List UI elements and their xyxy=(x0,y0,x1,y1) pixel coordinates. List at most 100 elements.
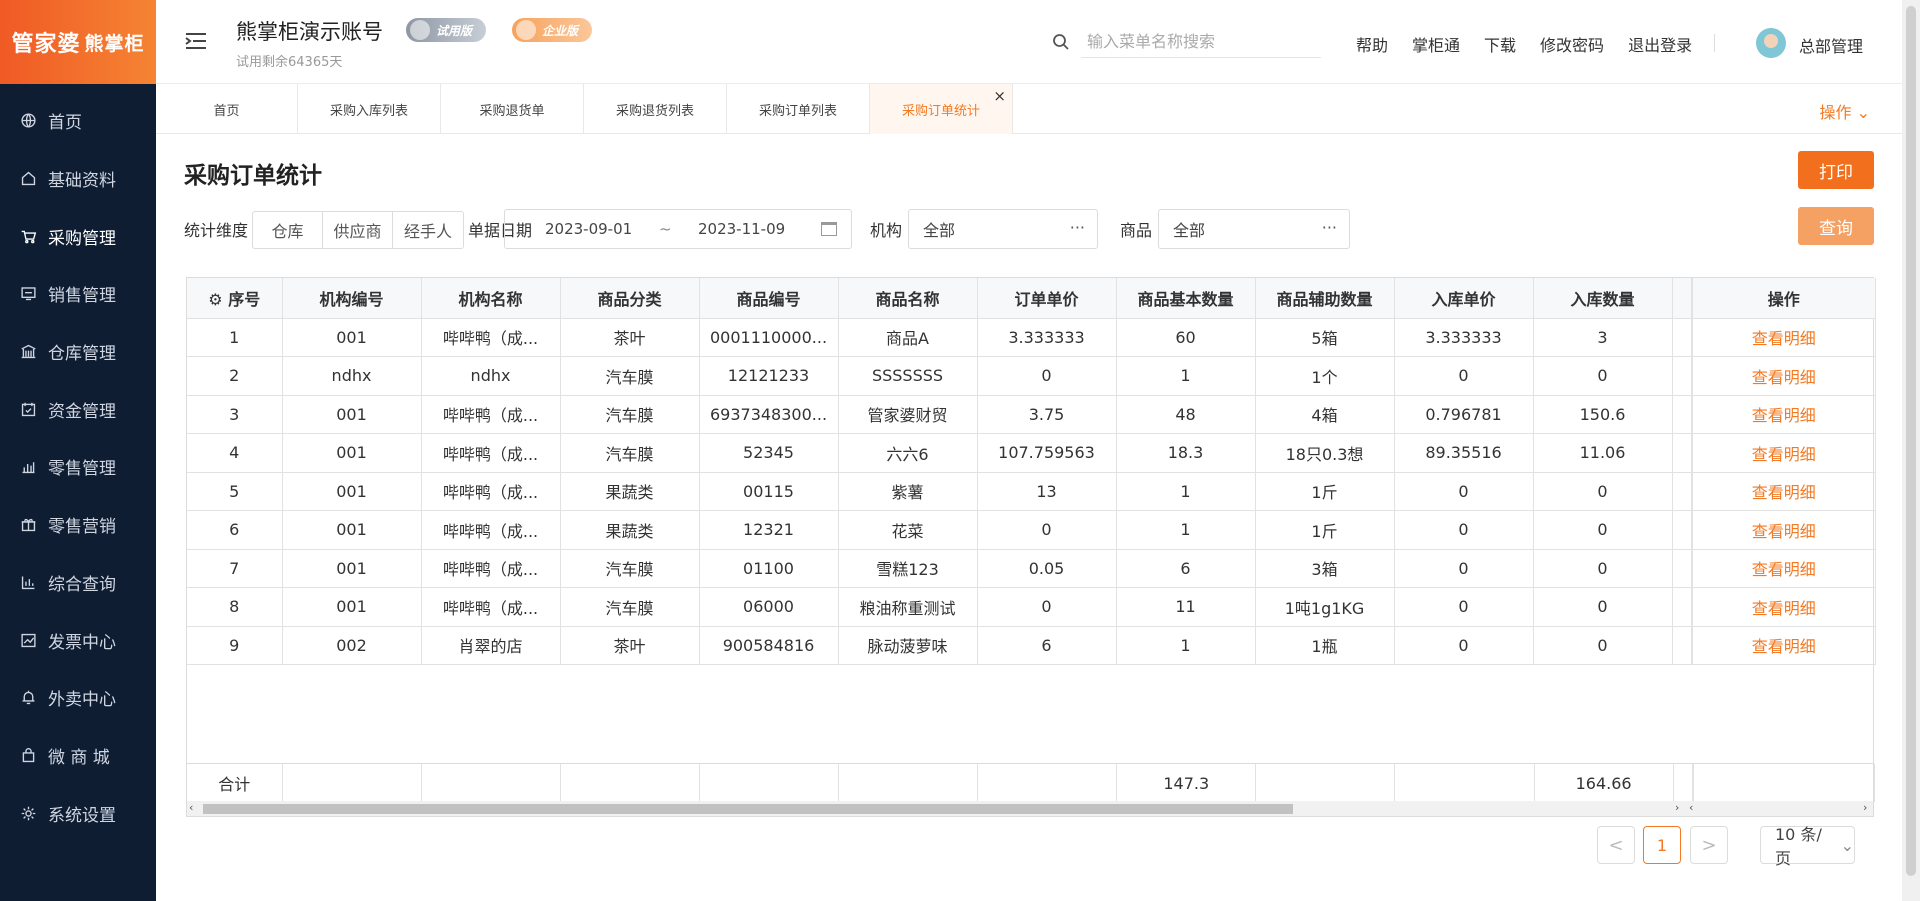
view-detail-link[interactable]: 查看明细 xyxy=(1752,637,1816,656)
date-range-picker[interactable]: 2023-09-01 ~ 2023-11-09 xyxy=(504,209,852,249)
print-button[interactable]: 打印 xyxy=(1798,151,1874,189)
col-header-in-qty[interactable]: 入库数量 xyxy=(1533,278,1673,319)
table-row[interactable]: 3 001 哔哔鸭（成... 汽车膜 6937348300... 管家婆财贸 3.75 48 4… xyxy=(187,395,1876,434)
table-cell: 00115 xyxy=(699,472,839,511)
sidebar-item-invoice[interactable]: 发票中心 xyxy=(0,611,156,669)
tab-purchase-return[interactable]: 采购退货单 xyxy=(441,84,584,134)
col-header-org-name[interactable]: 机构名称 xyxy=(421,278,561,319)
sidebar-item-query[interactable]: 综合查询 xyxy=(0,554,156,612)
table-row[interactable]: 6 001 哔哔鸭（成... 果蔬类 12321 花菜 0 1 1斤 0 0 查看明细 xyxy=(187,510,1876,550)
sidebar-item-home[interactable]: 首页 xyxy=(0,92,156,150)
settings-gear-icon[interactable]: ⚙ xyxy=(208,290,222,309)
sidebar-item-settings[interactable]: 系统设置 xyxy=(0,784,156,842)
tab-purchase-order-list[interactable]: 采购订单列表 xyxy=(727,84,870,134)
page-1-button[interactable]: 1 xyxy=(1643,826,1681,864)
col-header-index[interactable]: ⚙ 序号 xyxy=(187,278,283,319)
goods-picker[interactable]: 全部 ··· xyxy=(1158,209,1350,249)
col-header-org-code[interactable]: 机构编号 xyxy=(282,278,422,319)
dimension-handler[interactable]: 经手人 xyxy=(393,212,463,248)
dimension-supplier[interactable]: 供应商 xyxy=(323,212,393,248)
summary-cell xyxy=(1693,764,1876,802)
action-cell: 查看明细 xyxy=(1692,356,1876,396)
sidebar-item-retail[interactable]: 零售管理 xyxy=(0,438,156,496)
sidebar-item-label: 首页 xyxy=(48,113,82,134)
tab-home[interactable]: 首页 xyxy=(156,84,298,134)
table-cell: 1吨1g1KG xyxy=(1255,587,1395,627)
sidebar-item-label: 销售管理 xyxy=(48,286,116,307)
operations-menu[interactable]: 操作 ⌄ xyxy=(1819,99,1870,123)
scroll-left-icon[interactable]: ‹ xyxy=(1689,801,1693,814)
change-password-link[interactable]: 修改密码 xyxy=(1540,32,1604,56)
table-row[interactable]: 7 001 哔哔鸭（成... 汽车膜 01100 雪糕123 0.05 6 3箱 0 0 查看明细 xyxy=(187,549,1876,588)
col-header-goods-name[interactable]: 商品名称 xyxy=(838,278,978,319)
col-header-category[interactable]: 商品分类 xyxy=(560,278,700,319)
table-cell: 0.796781 xyxy=(1394,395,1534,434)
sidebar-item-label: 发票中心 xyxy=(48,632,116,653)
sidebar-item-purchase[interactable]: 采购管理 xyxy=(0,207,156,265)
tab-purchase-in-list[interactable]: 采购入库列表 xyxy=(298,84,441,134)
sidebar-item-takeaway[interactable]: 外卖中心 xyxy=(0,669,156,727)
sidebar-item-funds[interactable]: 资金管理 xyxy=(0,380,156,438)
view-detail-link[interactable]: 查看明细 xyxy=(1752,560,1816,579)
next-page-button[interactable]: > xyxy=(1690,826,1728,864)
horizontal-scrollbar[interactable]: ‹ › ‹ › xyxy=(186,801,1874,817)
page-size-select[interactable]: 10 条/页 ⌄ xyxy=(1760,825,1855,868)
view-detail-link[interactable]: 查看明细 xyxy=(1752,406,1816,425)
prev-page-button[interactable]: < xyxy=(1597,826,1635,864)
table-row[interactable]: 8 001 哔哔鸭（成... 汽车膜 06000 粮油称重测试 0 11 1吨1g1KG 0 0 查看… xyxy=(187,587,1876,627)
sidebar-item-sales[interactable]: 销售管理 xyxy=(0,265,156,323)
col-gap xyxy=(1672,626,1693,665)
brand-logo[interactable]: 管家婆 熊掌柜 xyxy=(0,0,156,84)
menu-toggle-icon[interactable] xyxy=(184,30,208,52)
col-header-in-price[interactable]: 入库单价 xyxy=(1394,278,1534,319)
table-row[interactable]: 9 002 肖翠的店 茶叶 900584816 脉动菠萝味 6 1 1瓶 0 0 查看明细 xyxy=(187,626,1876,665)
sidebar-item-mall[interactable]: 微 商 城 xyxy=(0,727,156,785)
col-header-goods-code[interactable]: 商品编号 xyxy=(699,278,839,319)
user-name[interactable]: 总部管理 xyxy=(1799,33,1863,57)
table-row[interactable]: 5 001 哔哔鸭（成... 果蔬类 00115 紫薯 13 1 1斤 0 0 查看明细 xyxy=(187,472,1876,511)
col-header-aux-qty[interactable]: 商品辅助数量 xyxy=(1255,278,1395,319)
logout-link[interactable]: 退出登录 xyxy=(1628,32,1692,56)
dimension-warehouse[interactable]: 仓库 xyxy=(253,212,323,248)
table-cell: 5 xyxy=(187,472,283,511)
col-header-base-qty[interactable]: 商品基本数量 xyxy=(1116,278,1256,319)
table-cell: 001 xyxy=(282,510,422,550)
col-header-order-price[interactable]: 订单单价 xyxy=(977,278,1117,319)
table-row[interactable]: 2 ndhx ndhx 汽车膜 12121233 SSSSSSS 0 1 1个 0 0 查看明细 xyxy=(187,356,1876,396)
header-links: 帮助 掌柜通 下载 修改密码 退出登录 xyxy=(1356,32,1716,56)
sidebar-item-warehouse[interactable]: 仓库管理 xyxy=(0,323,156,381)
view-detail-link[interactable]: 查看明细 xyxy=(1752,329,1816,348)
logo-text: 管家婆 xyxy=(11,32,81,57)
tab-purchase-order-stats[interactable]: 采购订单统计 × xyxy=(870,84,1013,134)
scroll-right-icon[interactable]: › xyxy=(1863,801,1867,814)
help-link[interactable]: 帮助 xyxy=(1356,32,1388,56)
zhanggui-link[interactable]: 掌柜通 xyxy=(1412,32,1460,56)
scroll-right-icon[interactable]: › xyxy=(1675,801,1679,814)
view-detail-link[interactable]: 查看明细 xyxy=(1752,483,1816,502)
table-cell: 3 xyxy=(187,395,283,434)
query-button[interactable]: 查询 xyxy=(1798,207,1874,245)
sidebar-item-basic-data[interactable]: 基础资料 xyxy=(0,150,156,208)
summary-in-qty: 164.66 xyxy=(1534,764,1674,802)
view-detail-link[interactable]: 查看明细 xyxy=(1752,522,1816,541)
avatar[interactable] xyxy=(1756,28,1786,58)
download-link[interactable]: 下载 xyxy=(1484,32,1516,56)
table-row[interactable]: 4 001 哔哔鸭（成... 汽车膜 52345 六六6 107.759563 18.3 18只… xyxy=(187,433,1876,473)
bell-icon xyxy=(18,688,38,708)
sidebar-item-label: 资金管理 xyxy=(48,401,116,422)
sidebar-item-marketing[interactable]: 零售营销 xyxy=(0,496,156,554)
table-row[interactable]: 1 001 哔哔鸭（成... 茶叶 0001110000... 商品A 3.333333 60… xyxy=(187,318,1876,357)
search-icon[interactable] xyxy=(1052,33,1070,55)
scroll-thumb[interactable] xyxy=(203,804,1293,814)
menu-search-input[interactable] xyxy=(1081,26,1321,58)
page-scrollbar[interactable] xyxy=(1902,0,1920,901)
view-detail-link[interactable]: 查看明细 xyxy=(1752,368,1816,387)
summary-cell xyxy=(1255,764,1396,802)
view-detail-link[interactable]: 查看明细 xyxy=(1752,445,1816,464)
close-icon[interactable]: × xyxy=(993,87,1006,105)
view-detail-link[interactable]: 查看明细 xyxy=(1752,599,1816,618)
scroll-left-icon[interactable]: ‹ xyxy=(189,801,193,814)
page-scroll-thumb[interactable] xyxy=(1906,6,1916,876)
tab-purchase-return-list[interactable]: 采购退货列表 xyxy=(584,84,727,134)
org-picker[interactable]: 全部 ··· xyxy=(908,209,1098,249)
